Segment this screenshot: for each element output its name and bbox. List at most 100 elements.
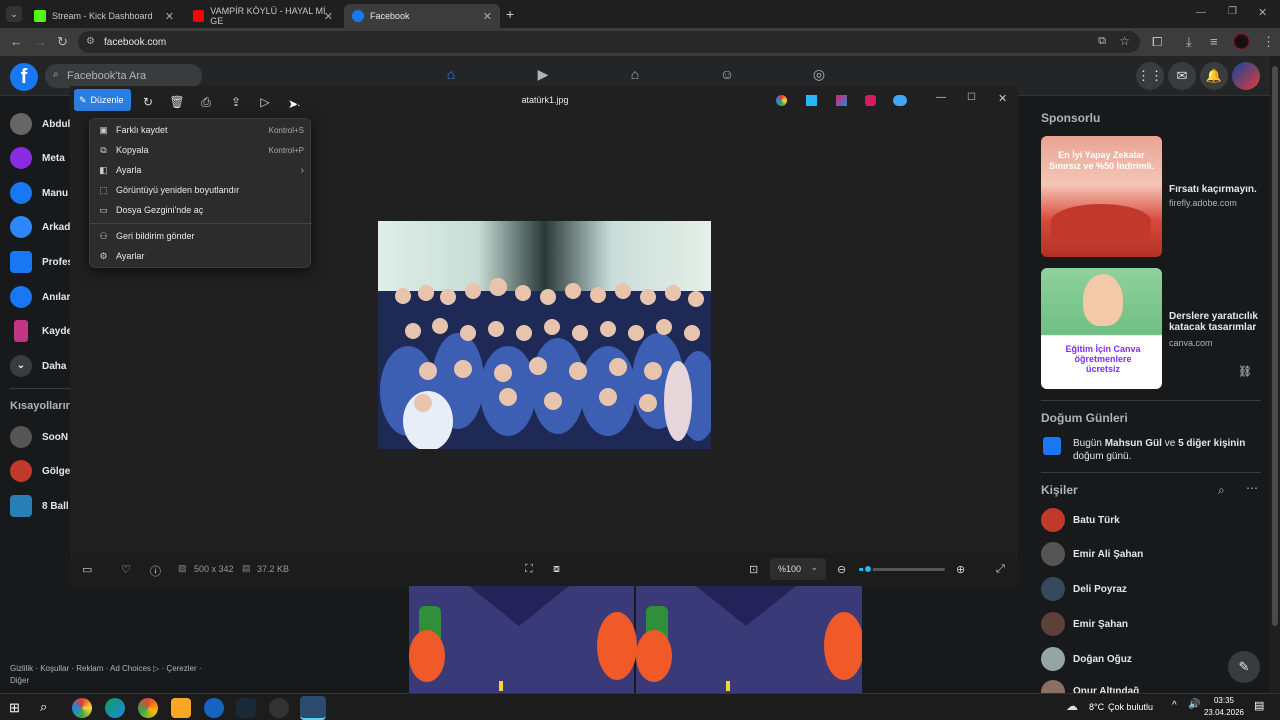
- chevron-up-icon[interactable]: ^: [1172, 700, 1177, 711]
- search-icon[interactable]: ⌕: [40, 699, 47, 715]
- groups-icon[interactable]: ☺: [718, 66, 736, 84]
- contact-item[interactable]: Batu Türk: [1041, 507, 1120, 533]
- windows-start-icon[interactable]: ⊞: [9, 700, 20, 716]
- sidebar-item-memories[interactable]: Anılar: [10, 284, 70, 310]
- marketplace-icon[interactable]: ⌂: [626, 66, 644, 84]
- onedrive-icon[interactable]: [893, 95, 907, 106]
- sidebar-item-manus[interactable]: Manu: [10, 180, 68, 206]
- install-icon[interactable]: ⧉: [1098, 35, 1106, 48]
- bookmark-star-icon[interactable]: ☆: [1119, 34, 1130, 48]
- zoom-slider[interactable]: [859, 564, 945, 574]
- account-avatar[interactable]: [1232, 62, 1260, 90]
- sidebar-item-friends[interactable]: Arkad: [10, 214, 70, 240]
- ad-title[interactable]: Fırsatı kaçırmayın.: [1169, 184, 1269, 195]
- ad-image-canva[interactable]: Eğitim İçin Canva öğretmenlere ücretsiz: [1041, 268, 1162, 389]
- chrome-icon[interactable]: [138, 698, 158, 718]
- close-icon[interactable]: ✕: [324, 10, 333, 23]
- zoom-out-icon[interactable]: ⊖: [837, 563, 846, 576]
- designer-app-icon[interactable]: [806, 95, 817, 106]
- site-info-icon[interactable]: ⚙: [86, 36, 95, 47]
- menu-item-settings[interactable]: ⚙ Ayarlar: [90, 246, 312, 266]
- fit-screen-icon[interactable]: ⊡: [749, 563, 758, 576]
- contact-item[interactable]: Doğan Oğuz: [1041, 646, 1132, 672]
- clock-date[interactable]: 23.04.2026: [1201, 708, 1247, 717]
- close-icon[interactable]: ✕: [998, 92, 1007, 105]
- close-icon[interactable]: ✕: [165, 10, 174, 23]
- forward-icon[interactable]: →: [34, 34, 47, 49]
- sidebar-item-more[interactable]: ⌄ Daha: [10, 353, 66, 379]
- notifications-bell-icon[interactable]: 🔔: [1200, 62, 1228, 90]
- new-tab-button[interactable]: +: [506, 6, 514, 22]
- filmstrip-icon[interactable]: ▭: [82, 563, 92, 576]
- minimize-icon[interactable]: —: [1196, 7, 1206, 18]
- download-icon[interactable]: ⤓: [1186, 34, 1192, 50]
- tab-kick[interactable]: Stream - Kick Dashboard ✕: [26, 4, 182, 28]
- zoom-in-icon[interactable]: ⊕: [956, 563, 965, 576]
- weather-temp[interactable]: 8°C: [1089, 702, 1104, 712]
- browser-menu-icon[interactable]: ⋮: [1262, 34, 1275, 50]
- new-message-icon[interactable]: ✎: [1228, 651, 1260, 683]
- maximize-icon[interactable]: ☐: [967, 92, 976, 103]
- select-area-icon[interactable]: ⛶: [525, 563, 533, 576]
- more-icon[interactable]: ⋯: [1246, 481, 1258, 495]
- contact-item[interactable]: Emir Şahan: [1041, 611, 1128, 637]
- search-input[interactable]: ⌕ Facebook'ta Ara: [45, 64, 202, 88]
- clock-time[interactable]: 03:35: [1204, 696, 1244, 705]
- close-icon[interactable]: ✕: [483, 10, 492, 23]
- visual-search-icon[interactable]: ⧇: [553, 563, 560, 576]
- share-icon[interactable]: ⇪: [228, 94, 244, 110]
- slideshow-icon[interactable]: ▷: [257, 94, 273, 110]
- edit-button[interactable]: ✎ Düzenle: [74, 89, 131, 111]
- scrollbar-thumb[interactable]: [1272, 66, 1278, 626]
- url-field[interactable]: ⚙ facebook.com ⧉ ☆: [78, 31, 1140, 53]
- menu-item-open-explorer[interactable]: ▭ Dosya Gezgini'nde aç: [90, 200, 312, 220]
- sidebar-item-saved[interactable]: Kayde: [10, 318, 72, 344]
- contact-item[interactable]: Emir Ali Şahan: [1041, 541, 1143, 567]
- copilot-icon[interactable]: [72, 698, 92, 718]
- footer-more-link[interactable]: Diğer: [10, 676, 29, 685]
- close-window-icon[interactable]: ✕: [1258, 6, 1267, 19]
- volume-icon[interactable]: 🔊: [1188, 699, 1200, 710]
- steam-icon[interactable]: [236, 698, 256, 718]
- sidebar-shortcut-8ball[interactable]: 8 Ball: [10, 493, 69, 519]
- menu-item-copy[interactable]: ⧉ Kopyala Kontrol+P: [90, 140, 312, 160]
- editor-app-icon[interactable]: [865, 95, 876, 106]
- tab-search-icon[interactable]: ⌄: [6, 6, 22, 22]
- ad-title[interactable]: Derslere yaratıcılık katacak tasarımlar: [1169, 311, 1269, 333]
- menu-item-feedback[interactable]: ⚇ Geri bildirim gönder: [90, 226, 312, 246]
- reload-icon[interactable]: ↻: [57, 34, 68, 50]
- tab-youtube[interactable]: VAMPİR KÖYLÜ - HAYAL Mİ GE ✕: [185, 4, 341, 28]
- video-icon[interactable]: ▶: [534, 66, 552, 84]
- extensions-icon[interactable]: ⧠: [1152, 34, 1162, 50]
- contact-item[interactable]: Deli Poyraz: [1041, 576, 1127, 602]
- zoom-select[interactable]: %100 ⌄: [770, 558, 826, 580]
- copilot-app-icon[interactable]: [776, 95, 787, 106]
- contact-item[interactable]: Onur Altındağ: [1041, 680, 1139, 693]
- zoom-slider-thumb[interactable]: [862, 564, 873, 574]
- menu-item-resize[interactable]: ⬚ Görüntüyü yeniden boyutlandır: [90, 180, 312, 200]
- clipchamp-app-icon[interactable]: [836, 95, 847, 106]
- displayed-photo[interactable]: [378, 221, 718, 451]
- photos-icon[interactable]: [300, 696, 326, 720]
- edge-icon[interactable]: [105, 698, 125, 718]
- favorite-heart-icon[interactable]: ♡: [121, 563, 131, 576]
- delete-icon[interactable]: 🗑: [169, 94, 185, 110]
- rotate-icon[interactable]: ↻: [140, 94, 156, 110]
- sidebar-item-profile[interactable]: Abdul: [10, 111, 70, 137]
- restore-icon[interactable]: ❐: [1228, 6, 1237, 17]
- messenger-icon[interactable]: ✉: [1168, 62, 1196, 90]
- search-icon[interactable]: ⌕: [1218, 483, 1225, 498]
- sidebar-shortcut-golge[interactable]: Gölge: [10, 458, 70, 484]
- home-icon[interactable]: ⌂: [442, 66, 460, 84]
- sidebar-item-meta[interactable]: Meta: [10, 145, 65, 171]
- back-icon[interactable]: ←: [10, 34, 23, 49]
- minimize-icon[interactable]: —: [936, 92, 946, 103]
- profile-avatar[interactable]: [1234, 34, 1249, 49]
- print-icon[interactable]: ⎙: [198, 94, 214, 110]
- menu-grid-icon[interactable]: ⋮⋮: [1136, 62, 1164, 90]
- ad-image-firefly[interactable]: En İyi Yapay Zekalar Sınırsız ve %50 İnd…: [1041, 136, 1162, 257]
- app-icon[interactable]: [269, 698, 289, 718]
- feed-post-image[interactable]: [409, 586, 864, 693]
- weather-text[interactable]: Çok bulutlu: [1108, 702, 1153, 712]
- footer-links[interactable]: Gizlilik · Koşullar · Reklam · Ad Choice…: [10, 664, 202, 673]
